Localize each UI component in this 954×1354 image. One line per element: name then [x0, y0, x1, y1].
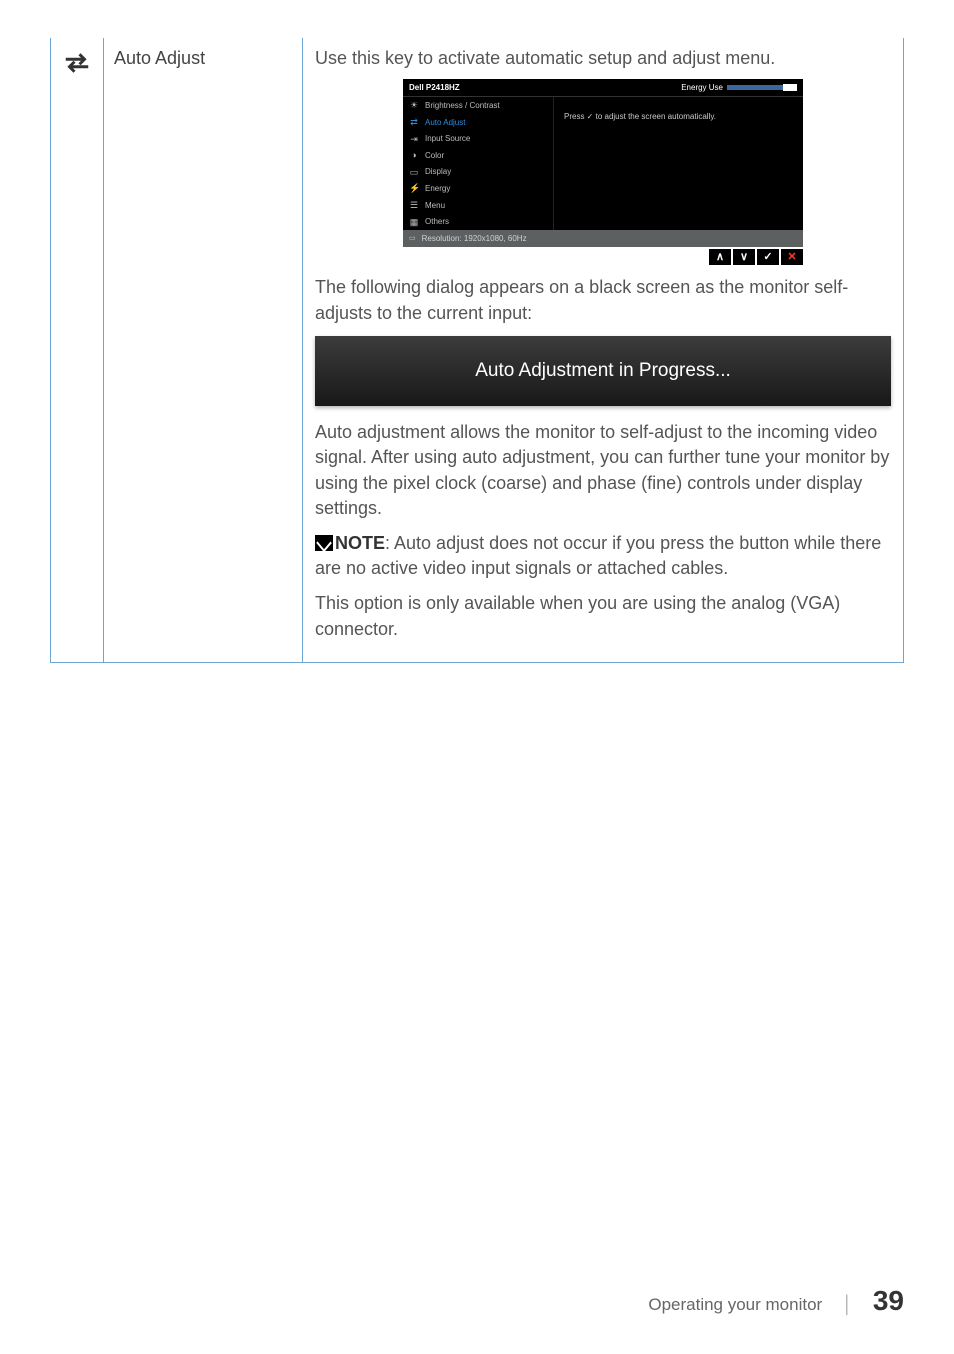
osd-menu-item: ▭ Display — [403, 164, 553, 181]
footer-separator: │ — [842, 1293, 853, 1317]
auto-adjust-progress-dialog: Auto Adjustment in Progress... — [315, 336, 891, 407]
osd-button-row: ∧∨✓✕ — [403, 249, 803, 265]
osd-menu-item-label: Menu — [425, 200, 445, 211]
energy-bar-icon — [727, 85, 797, 90]
osd-menu-item-label: Others — [425, 216, 449, 227]
osd-menu-item-label: Energy — [425, 183, 450, 194]
osd-resolution: Resolution: 1920x1080, 60Hz — [422, 233, 527, 244]
para-explanation: Auto adjustment allows the monitor to se… — [315, 420, 891, 521]
osd-menu-item: ☰ Menu — [403, 197, 553, 214]
osd-menu-item-label: Auto Adjust — [425, 117, 465, 128]
osd-menu-item-icon: ◑ — [409, 149, 419, 162]
osd-titlebar: Dell P2418HZ Energy Use — [403, 79, 803, 96]
osd-menu-item-label: Brightness / Contrast — [425, 100, 500, 111]
row-title-cell: Auto Adjust — [104, 38, 303, 662]
osd-menu-item-icon: ▭ — [409, 166, 419, 179]
osd-window: Dell P2418HZ Energy Use ☀ Brightness / Co… — [403, 79, 803, 265]
table-row: Auto Adjust Use this key to activate aut… — [50, 38, 904, 663]
osd-menu: ☀ Brightness / Contrast ⇄ Auto Adjust ⇥ Input… — [403, 96, 553, 230]
osd-menu-item: ☀ Brightness / Contrast — [403, 97, 553, 114]
osd-nav-button: ✓ — [757, 249, 779, 265]
osd-menu-item: ⇥ Input Source — [403, 131, 553, 148]
osd-menu-item: ◑ Color — [403, 147, 553, 164]
row-icon-cell — [51, 38, 104, 662]
osd-menu-item-label: Color — [425, 150, 444, 161]
note-icon — [315, 535, 333, 551]
osd-resolution-bar: ▭ Resolution: 1920x1080, 60Hz — [403, 230, 803, 247]
osd-menu-item-icon: ▦ — [409, 216, 419, 229]
row-title: Auto Adjust — [114, 48, 205, 68]
osd-energy-label: Energy Use — [681, 82, 723, 93]
osd-menu-item-icon: ⚡ — [409, 182, 419, 195]
note-label: NOTE — [335, 533, 385, 553]
para-vga: This option is only available when you a… — [315, 591, 891, 641]
osd-nav-button: ✕ — [781, 249, 803, 265]
osd-menu-item-label: Display — [425, 166, 451, 177]
page-footer: Operating your monitor │ 39 — [648, 1281, 904, 1320]
row-content-cell: Use this key to activate automatic setup… — [303, 38, 903, 662]
osd-menu-item-label: Input Source — [425, 133, 470, 144]
progress-text: Auto Adjustment in Progress... — [475, 360, 731, 381]
auto-adjust-icon — [62, 48, 92, 85]
footer-page-number: 39 — [873, 1281, 904, 1320]
para-dialog-intro: The following dialog appears on a black … — [315, 275, 891, 325]
osd-screenshot: Dell P2418HZ Energy Use ☀ Brightness / Co… — [315, 79, 891, 265]
osd-nav-button: ∨ — [733, 249, 755, 265]
osd-menu-item-icon: ⇥ — [409, 133, 419, 146]
osd-menu-item-icon: ⇄ — [409, 116, 419, 129]
note-text: : Auto adjust does not occur if you pres… — [315, 533, 881, 578]
osd-pane-text: Press ✓ to adjust the screen automatical… — [564, 112, 716, 121]
osd-menu-item: ⚡ Energy — [403, 180, 553, 197]
osd-menu-item-icon: ☰ — [409, 199, 419, 212]
osd-menu-item-icon: ☀ — [409, 99, 419, 112]
osd-menu-item: ▦ Others — [403, 214, 553, 231]
footer-section: Operating your monitor — [648, 1293, 822, 1317]
osd-menu-item: ⇄ Auto Adjust — [403, 114, 553, 131]
osd-pane: Press ✓ to adjust the screen automatical… — [553, 96, 803, 230]
osd-model: Dell P2418HZ — [409, 82, 460, 93]
intro-text: Use this key to activate automatic setup… — [315, 46, 891, 71]
note-paragraph: NOTE: Auto adjust does not occur if you … — [315, 531, 891, 581]
osd-nav-button: ∧ — [709, 249, 731, 265]
